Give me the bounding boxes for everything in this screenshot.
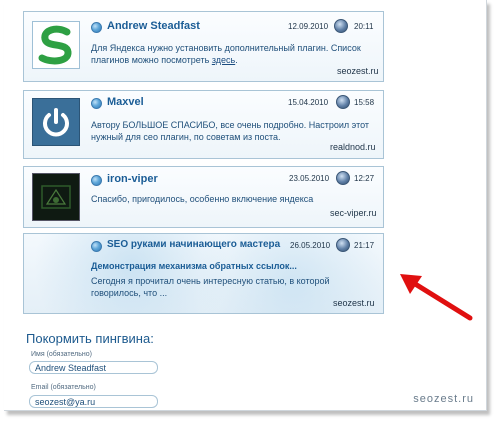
clock-icon: [336, 238, 350, 252]
comment-author[interactable]: Andrew Steadfast: [107, 20, 200, 32]
comment-text: Автору БОЛЬШОЕ СПАСИБО, все очень подроб…: [91, 120, 370, 142]
comment-item: iron-viper 23.05.2010 12:27 Спасибо, при…: [23, 166, 384, 228]
comment-author[interactable]: SEO руками начинающего мастера: [107, 239, 280, 250]
comment-date: 15.04.2010: [288, 98, 329, 107]
comment-time: 20:11: [354, 22, 374, 31]
comment-author[interactable]: Maxvel: [107, 96, 144, 108]
comment-date: 23.05.2010: [289, 174, 330, 183]
comment-time: 12:27: [354, 174, 375, 183]
comment-item-highlighted: SEO руками начинающего мастера 26.05.201…: [23, 233, 384, 314]
name-label: Имя (обязательно): [31, 351, 93, 358]
comment-text: Сегодня я прочитал очень интересную стат…: [91, 276, 330, 298]
power-icon: [43, 108, 69, 137]
email-label: Email (обязательно): [31, 384, 96, 391]
globe-icon: [91, 175, 102, 186]
plugins-link[interactable]: здесь: [212, 55, 235, 65]
comment-date: 26.05.2010: [290, 241, 331, 250]
comment-item: Maxvel 15.04.2010 15:58 Автору БОЛЬШОЕ С…: [23, 90, 384, 159]
emblem-icon: [41, 185, 71, 209]
screenshot-frame: Andrew Steadfast 12.09.2010 20:11 Для Ян…: [4, 0, 487, 411]
email-field[interactable]: seozest@ya.ru: [29, 395, 158, 408]
s-logo-icon: [38, 25, 72, 65]
clock-icon: [336, 95, 350, 109]
comment-site[interactable]: sec-viper.ru: [330, 208, 377, 218]
comment-subject[interactable]: Демонстрация механизма обратных ссылок..…: [91, 261, 297, 271]
comment-item: Andrew Steadfast 12.09.2010 20:11 Для Ян…: [23, 11, 384, 82]
avatar: [32, 173, 80, 221]
comment-date: 12.09.2010: [288, 22, 329, 31]
comment-author[interactable]: iron-viper: [107, 173, 158, 185]
clock-icon: [336, 171, 350, 185]
comment-time: 15:58: [354, 98, 375, 107]
form-title: Покормить пингвина:: [26, 331, 154, 346]
name-field[interactable]: Andrew Steadfast: [29, 361, 158, 374]
globe-icon: [91, 22, 102, 33]
globe-icon: [91, 241, 102, 252]
watermark: seozest.ru: [413, 393, 474, 405]
comment-site[interactable]: seozest.ru: [333, 298, 375, 308]
comment-text: Спасибо, пригодилось, особенно включение…: [91, 194, 314, 204]
clock-icon: [334, 19, 348, 33]
comment-site[interactable]: realdnod.ru: [330, 142, 376, 152]
comment-text: Для Яндекса нужно установить дополнитель…: [91, 43, 361, 65]
comment-time: 21:17: [354, 241, 375, 250]
avatar: [32, 98, 80, 146]
comment-site[interactable]: seozest.ru: [337, 66, 379, 76]
red-arrow-icon: [400, 274, 473, 321]
globe-icon: [91, 98, 102, 109]
avatar: [32, 21, 80, 69]
